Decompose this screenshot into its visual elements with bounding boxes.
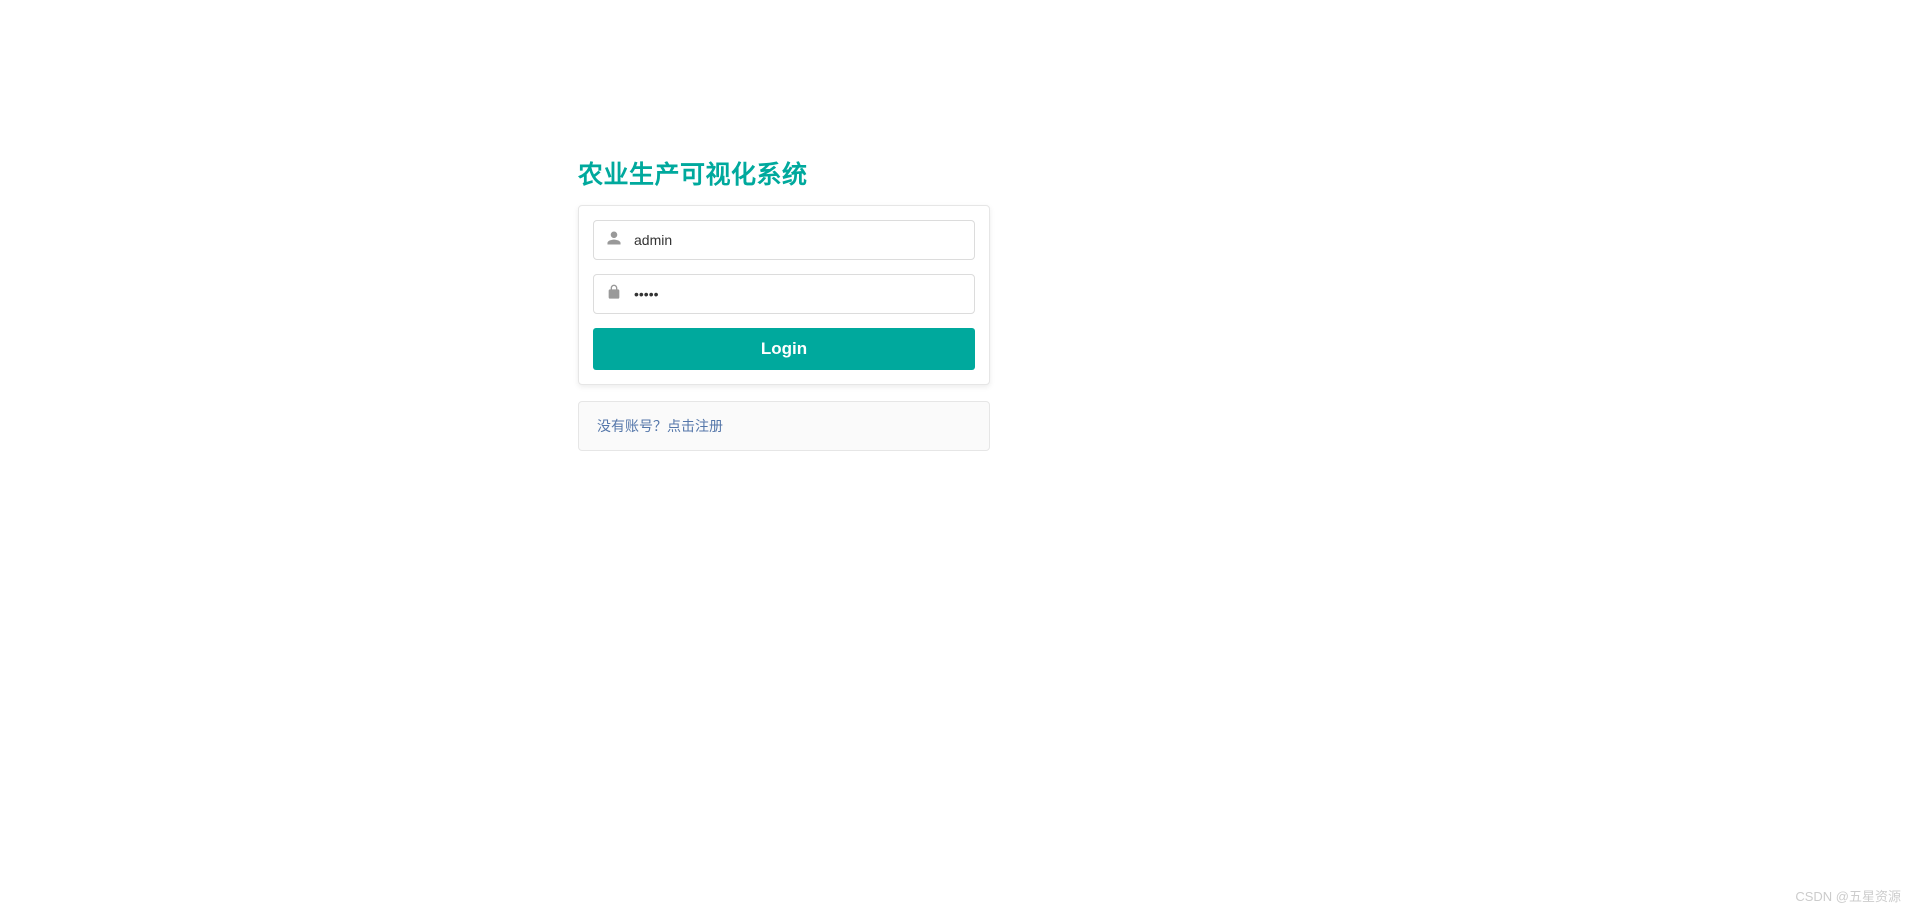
login-card: Login bbox=[578, 205, 990, 385]
register-link[interactable]: 没有账号？点击注册 bbox=[597, 418, 723, 434]
user-icon bbox=[606, 230, 622, 251]
username-input[interactable] bbox=[622, 232, 962, 248]
login-button[interactable]: Login bbox=[593, 328, 975, 370]
login-container: 农业生产可视化系统 Login 没有账号？点击注册 bbox=[578, 155, 990, 451]
register-card: 没有账号？点击注册 bbox=[578, 401, 990, 451]
password-input[interactable] bbox=[622, 286, 962, 302]
username-input-group bbox=[593, 220, 975, 260]
watermark: CSDN @五星资源 bbox=[1795, 886, 1901, 905]
password-input-group bbox=[593, 274, 975, 314]
lock-icon bbox=[606, 284, 622, 305]
page-title: 农业生产可视化系统 bbox=[578, 155, 990, 191]
